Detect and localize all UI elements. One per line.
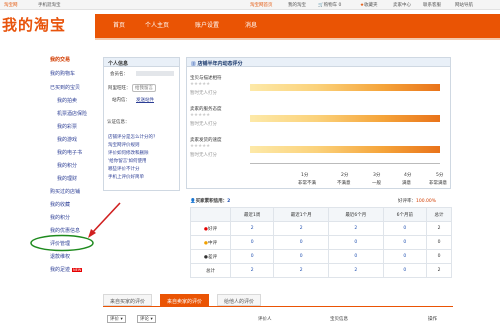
column-rater: 评价人 (258, 317, 272, 322)
table-cell[interactable]: 2 (273, 263, 329, 278)
credit-title: 👤买家累积信用：2 (190, 199, 231, 204)
row-label-total: 总计 (190, 263, 231, 278)
filter-select-rating[interactable]: 评价 ▾ (107, 315, 126, 323)
table-cell[interactable]: 2 (229, 221, 275, 236)
table-cell[interactable]: 0 (328, 249, 384, 264)
table-cell[interactable]: 0 (229, 249, 275, 264)
table-row: ●中评 0 0 0 0 0 (190, 235, 452, 250)
personal-info-title: 个人信息 (104, 58, 179, 67)
help-link-4[interactable]: '给你留言'如何使用 (108, 158, 146, 164)
scale-word-2: 不满意 (337, 181, 351, 186)
tabs-underline (103, 306, 453, 307)
column-action: 操作 (428, 317, 437, 322)
scale-num-2: 2分 (341, 173, 349, 178)
table-cell[interactable]: 0 (382, 263, 428, 278)
chevron-down-icon: ▾ (150, 317, 153, 322)
dsr-row-1-bar (250, 84, 440, 91)
annotation-arrow-line (91, 202, 121, 234)
dsr-row-3-note: 暂时无人打分 (190, 153, 217, 158)
table-cell[interactable]: 0 (382, 221, 428, 236)
dsr-row-2-bar (250, 115, 440, 122)
table-header (190, 207, 231, 222)
table-header: 最近1周 (229, 207, 275, 222)
site-mail-label: 站内信： (112, 98, 130, 103)
credit-score: 2 (227, 199, 231, 204)
table-cell[interactable]: 0 (382, 249, 428, 264)
table-cell[interactable]: 2 (328, 221, 384, 236)
scale-word-5: 非常满意 (429, 181, 447, 186)
annotation-circle (30, 234, 94, 252)
scale-num-1: 1分 (301, 173, 309, 178)
good-rate: 好评率：100.00% (398, 199, 437, 204)
table-cell[interactable]: 2 (273, 221, 329, 236)
tab-from-buyers[interactable]: 来自买家的评价 (103, 294, 153, 306)
dsr-row-3-label: 卖家发货的速度 (190, 138, 222, 143)
dsr-row-2-label: 卖家的服务态度 (190, 107, 222, 112)
table-header-row: 最近1周 最近1个月 最近6个月 6个月前 总计 (190, 207, 452, 222)
row-label-good: ●好评 (190, 221, 231, 236)
filter-select-comment[interactable]: 评论 ▾ (137, 315, 156, 323)
chart-icon: ▥ (191, 61, 196, 67)
dsr-row-1-label: 宝贝与描述相符 (190, 76, 222, 81)
help-link-6[interactable]: 手机上评价好简单 (108, 174, 144, 180)
table-header: 最近6个月 (328, 207, 384, 222)
table-row: ●好评 2 2 2 0 2 (190, 221, 452, 236)
scale-num-5: 5分 (436, 173, 444, 178)
tab-from-sellers[interactable]: 来自卖家的评价 (160, 294, 210, 306)
dsr-row-3-bar (250, 146, 440, 153)
dsr-row-3-stars: ★★★★★ (190, 144, 211, 149)
dsr-row-1-stars: ★★★★★ (190, 82, 211, 87)
dsr-title: ▥ 店铺半年内动态评分 (187, 58, 450, 67)
row-label-neutral: ●中评 (190, 235, 231, 250)
tab-to-others[interactable]: 给他人的评价 (217, 294, 262, 306)
aliwangwang-label: 阿里旺旺： (108, 86, 131, 91)
table-cell[interactable]: 0 (382, 235, 428, 250)
help-link-1[interactable]: 店铺评分是怎么计分的？ (108, 134, 158, 140)
table-cell: 0 (426, 249, 452, 264)
table-cell: 0 (426, 235, 452, 250)
aliwangwang-button[interactable]: 给我留言 (132, 84, 156, 92)
table-cell[interactable]: 2 (328, 263, 384, 278)
member-label: 会员名： (110, 72, 128, 77)
help-link-2[interactable]: 淘宝网评价规则 (108, 142, 140, 148)
table-header: 总计 (426, 207, 452, 222)
scale-word-3: 一般 (372, 181, 381, 186)
help-link-3[interactable]: 评价如何修改和删除 (108, 150, 149, 156)
member-name-blurred (136, 71, 174, 76)
table-row: ●差评 0 0 0 0 0 (190, 249, 452, 264)
dsr-scale-axis (250, 163, 440, 164)
scale-word-1: 非常不满 (298, 181, 316, 186)
credit-table: 最近1周 最近1个月 最近6个月 6个月前 总计 ●好评 2 2 2 0 2 ●… (190, 207, 452, 278)
scale-num-3: 3分 (373, 173, 381, 178)
table-cell[interactable]: 0 (229, 235, 275, 250)
help-link-5[interactable]: 哪些评价不计分 (108, 166, 140, 172)
good-rate-value: 100.00% (416, 199, 437, 204)
scale-word-4: 满意 (402, 181, 411, 186)
table-row: 总计 2 2 2 0 2 (190, 263, 452, 278)
site-mail-link[interactable]: 发送站件 (136, 97, 154, 103)
dsr-row-2-note: 暂时无人打分 (190, 122, 217, 127)
table-header: 6个月前 (382, 207, 428, 222)
dsr-row-2-stars: ★★★★★ (190, 113, 211, 118)
table-cell[interactable]: 2 (229, 263, 275, 278)
dsr-panel: ▥ 店铺半年内动态评分 (186, 57, 451, 189)
column-item: 宝贝信息 (330, 317, 348, 322)
table-cell: 2 (426, 221, 452, 236)
table-header: 最近1个月 (273, 207, 329, 222)
table-cell[interactable]: 0 (273, 235, 329, 250)
cert-label: 认证信息： (107, 120, 130, 125)
table-cell: 2 (426, 263, 452, 278)
table-cell[interactable]: 0 (273, 249, 329, 264)
scale-num-4: 4分 (404, 173, 412, 178)
row-label-bad: ●差评 (190, 249, 231, 264)
table-cell[interactable]: 0 (328, 235, 384, 250)
chevron-down-icon: ▾ (120, 317, 123, 322)
dsr-row-1-note: 暂时无人打分 (190, 91, 217, 96)
